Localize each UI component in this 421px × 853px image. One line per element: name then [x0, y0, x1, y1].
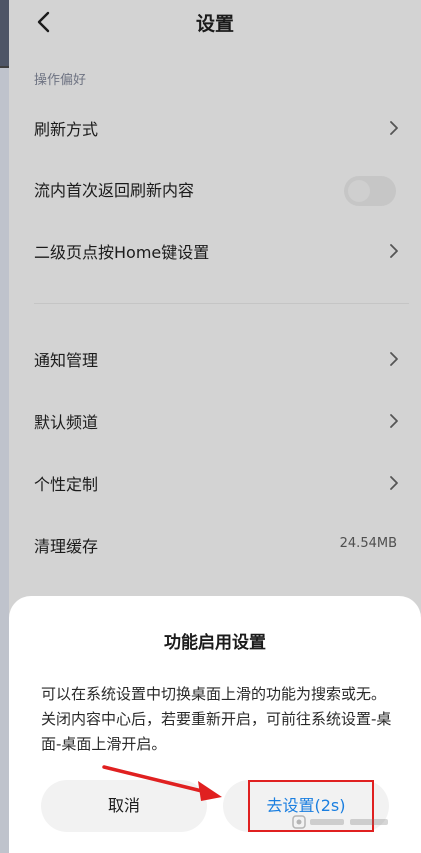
background-window-header [0, 0, 9, 66]
row-label: 刷新方式 [34, 120, 99, 139]
header: 设置 [9, 0, 421, 44]
row-default-channel[interactable]: 默认频道 [9, 393, 421, 449]
cancel-button[interactable]: 取消 [41, 780, 207, 832]
chevron-right-icon [390, 414, 398, 428]
row-first-return-refresh: 流内首次返回刷新内容 [9, 161, 421, 217]
watermark [292, 812, 392, 835]
row-label: 通知管理 [34, 351, 99, 370]
row-refresh-mode[interactable]: 刷新方式 [9, 100, 421, 156]
row-notification-management[interactable]: 通知管理 [9, 331, 421, 387]
dialog-title: 功能启用设置 [164, 633, 266, 653]
chevron-right-icon [390, 121, 398, 135]
page-title: 设置 [195, 13, 234, 35]
row-personalization[interactable]: 个性定制 [9, 455, 421, 511]
row-label: 流内首次返回刷新内容 [34, 181, 195, 200]
row-clear-cache[interactable]: 清理缓存 24.54MB [9, 517, 421, 573]
row-label: 个性定制 [34, 475, 99, 494]
dialog-message: 可以在系统设置中切换桌面上滑的功能为搜索或无。关闭内容中心后，若要重新开启，可前… [41, 685, 392, 753]
first-return-refresh-toggle[interactable] [344, 176, 396, 206]
background-window-divider [0, 66, 9, 68]
section-divider [34, 303, 409, 304]
row-label: 二级页点按Home键设置 [34, 243, 210, 262]
chevron-right-icon [390, 244, 398, 258]
watermark-logo-icon [292, 815, 388, 829]
chevron-right-icon [390, 476, 398, 490]
section-label: 操作偏好 [34, 73, 87, 88]
background-window-edge [0, 0, 9, 853]
row-home-key-setting[interactable]: 二级页点按Home键设置 [9, 223, 421, 279]
row-label: 清理缓存 [34, 537, 99, 556]
chevron-right-icon [390, 352, 398, 366]
toggle-knob [348, 180, 370, 202]
cache-size-value: 24.54MB [339, 536, 397, 551]
row-label: 默认频道 [34, 413, 99, 432]
